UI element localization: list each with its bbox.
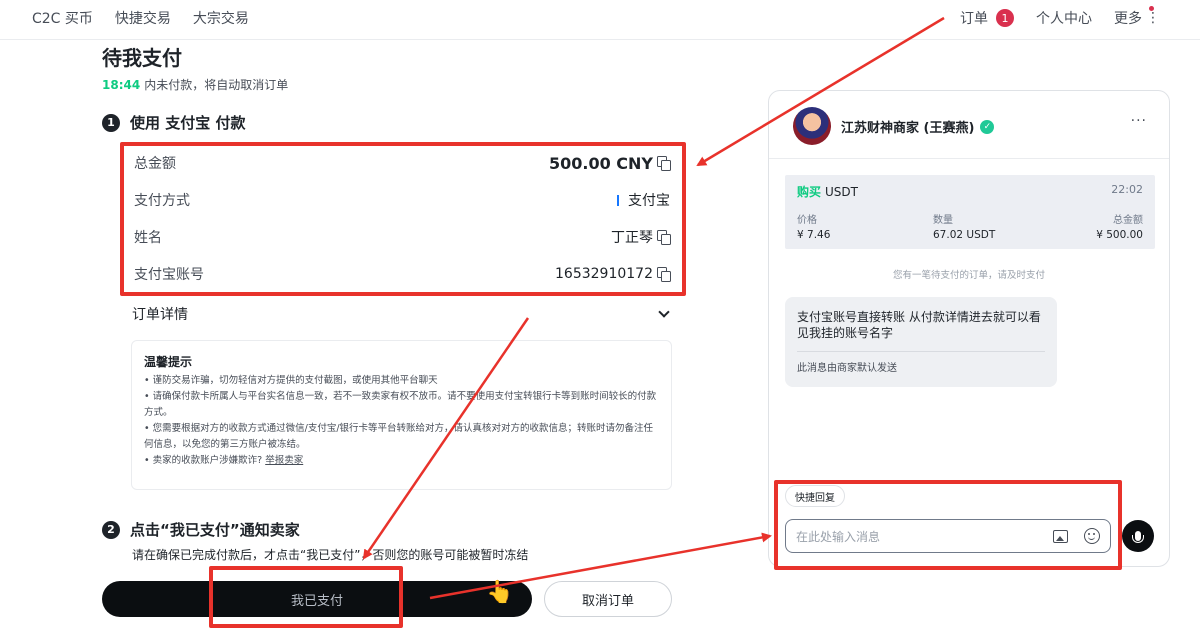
row-value: 支付宝 <box>617 190 670 210</box>
order-quantity: 数量 67.02 USDT <box>933 211 995 241</box>
order-detail-toggle[interactable]: 订单详情 <box>132 304 672 324</box>
total-label: 总金额 <box>1113 215 1143 226</box>
pending-payment-note: 您有一笔待支付的订单，请及时支付 <box>892 270 1045 281</box>
copy-icon[interactable] <box>657 267 671 282</box>
row-payment-method: 支付方式 支付宝 <box>134 190 670 210</box>
tip-item: • 您需要根据对方的收款方式通过微信/支付宝/银行卡等平台转账给对方，请认真核对… <box>144 423 654 450</box>
top-nav: C2C 买币 快捷交易 大宗交易 订单 1 个人中心 更多 ⋮ <box>0 0 1200 40</box>
order-price: 价格 ¥ 7.46 <box>797 211 830 241</box>
row-value: 丁正琴 <box>611 227 671 247</box>
row-label: 总金额 <box>134 156 176 172</box>
countdown-timer: 18:44 <box>102 78 141 92</box>
hand-cursor-icon: 👆 <box>486 580 514 605</box>
price-value: ¥ 7.46 <box>797 229 831 241</box>
row-label: 支付方式 <box>134 193 190 209</box>
nav-orders[interactable]: 订单 1 <box>960 8 1014 28</box>
tips-title: 温馨提示 <box>144 355 193 369</box>
total-value: ¥ 500.00 <box>1096 229 1143 241</box>
row-label: 姓名 <box>134 230 162 246</box>
nav-quick-trade[interactable]: 快捷交易 <box>115 8 171 28</box>
seller-name[interactable]: 江苏财神商家 (王赛燕) ✓ <box>841 117 995 136</box>
chat-header: 江苏财神商家 (王赛燕) ✓ ··· <box>769 91 1169 159</box>
payment-info-box: 总金额 500.00 CNY 支付方式 支付宝 姓名 丁正琴 支付宝账号 165… <box>120 142 686 296</box>
annotation-box-paid <box>209 566 403 628</box>
annotation-box-chat-input <box>774 480 1122 570</box>
notification-dot <box>1149 6 1154 11</box>
seller-name-text: 江苏财神商家 (王赛燕) <box>841 121 975 136</box>
order-side: 购买 <box>797 185 822 199</box>
quantity-value: 67.02 USDT <box>933 229 996 241</box>
auto-sent-note: 此消息由商家默认发送 <box>797 363 897 374</box>
row-name: 姓名 丁正琴 <box>134 227 671 247</box>
nav-more[interactable]: 更多 ⋮ <box>1114 6 1160 28</box>
order-card-head: 购买 USDT <box>797 183 858 200</box>
payment-method-value: 支付宝 <box>628 193 670 209</box>
microphone-icon <box>1132 531 1144 543</box>
step-2-description: 请在确保已完成付款后，才点击“我已支付”，否则您的账号可能被暂时冻结 <box>132 548 529 562</box>
divider <box>797 351 1045 352</box>
nav-right: 订单 1 个人中心 更多 ⋮ <box>960 0 1160 36</box>
seller-avatar <box>793 107 831 145</box>
step-1-title: 1 使用 支付宝 付款 <box>102 112 245 133</box>
message-text: 支付宝账号直接转账 从付款详情进去就可以看见我挂的账号名字 <box>797 310 1041 340</box>
nav-left: C2C 买币 快捷交易 大宗交易 <box>32 0 249 36</box>
step-2-title: 2 点击“我已支付”通知卖家 <box>102 519 300 540</box>
order-asset: USDT <box>825 185 858 199</box>
quantity-label: 数量 <box>933 215 953 226</box>
report-seller-link[interactable]: 举报卖家 <box>265 455 303 466</box>
seller-message-bubble: 支付宝账号直接转账 从付款详情进去就可以看见我挂的账号名字 此消息由商家默认发送 <box>785 297 1057 387</box>
copy-icon[interactable] <box>657 156 671 171</box>
alipay-account-value: 16532910172 <box>555 266 653 282</box>
countdown-line: 18:44 内未付款，将自动取消订单 <box>102 76 288 93</box>
tip-item: • 卖家的收款账户涉嫌欺诈? <box>144 455 263 466</box>
cancel-order-button[interactable]: 取消订单 <box>544 581 672 617</box>
orders-badge: 1 <box>996 9 1014 27</box>
alipay-marker-icon <box>617 194 619 206</box>
total-amount-value: 500.00 CNY <box>548 153 653 173</box>
nav-more-label: 更多 <box>1114 11 1142 27</box>
step-2-label: 点击“我已支付”通知卖家 <box>130 521 300 539</box>
verified-icon: ✓ <box>980 119 995 134</box>
row-value: 16532910172 <box>555 266 671 282</box>
row-alipay-account: 支付宝账号 16532910172 <box>134 264 671 284</box>
row-label: 支付宝账号 <box>134 267 204 283</box>
payee-name-value: 丁正琴 <box>611 230 653 246</box>
countdown-text: 内未付款，将自动取消订单 <box>144 78 289 92</box>
page-title: 待我支付 <box>102 46 182 70</box>
order-total: 总金额 ¥ 500.00 <box>1096 211 1143 241</box>
tip-item: • 谨防交易诈骗，切勿轻信对方提供的支付截图，或使用其他平台聊天 <box>144 375 438 386</box>
nav-profile[interactable]: 个人中心 <box>1036 8 1092 28</box>
order-summary-card: 购买 USDT 22:02 价格 ¥ 7.46 数量 67.02 USDT 总金额… <box>785 175 1155 249</box>
tips-box: 温馨提示 • 谨防交易诈骗，切勿轻信对方提供的支付截图，或使用其他平台聊天 • … <box>131 340 672 490</box>
kebab-icon: ⋮ <box>1146 10 1160 26</box>
order-detail-label: 订单详情 <box>132 307 188 323</box>
cancel-button-label: 取消订单 <box>581 593 634 609</box>
step-2-number: 2 <box>102 520 120 539</box>
order-time: 22:02 <box>1111 183 1143 196</box>
more-options-icon[interactable]: ··· <box>1131 113 1147 129</box>
copy-icon[interactable] <box>657 230 671 245</box>
tip-item: • 请确保付款卡所属人与平台实名信息一致，若不一致卖家有权不放币。请不要使用支付… <box>144 391 657 418</box>
nav-c2c[interactable]: C2C 买币 <box>32 8 93 28</box>
nav-orders-label: 订单 <box>960 11 988 27</box>
voice-input-button[interactable] <box>1122 520 1154 552</box>
price-label: 价格 <box>797 215 817 226</box>
tip-item-report: • 卖家的收款账户涉嫌欺诈? 举报卖家 <box>144 453 659 469</box>
row-value: 500.00 CNY <box>548 153 671 173</box>
step-1-number: 1 <box>102 113 120 132</box>
nav-block-trade[interactable]: 大宗交易 <box>193 8 249 28</box>
row-total-amount: 总金额 500.00 CNY <box>134 153 671 173</box>
step-1-label: 使用 支付宝 付款 <box>130 114 246 132</box>
chevron-down-icon <box>658 306 670 318</box>
